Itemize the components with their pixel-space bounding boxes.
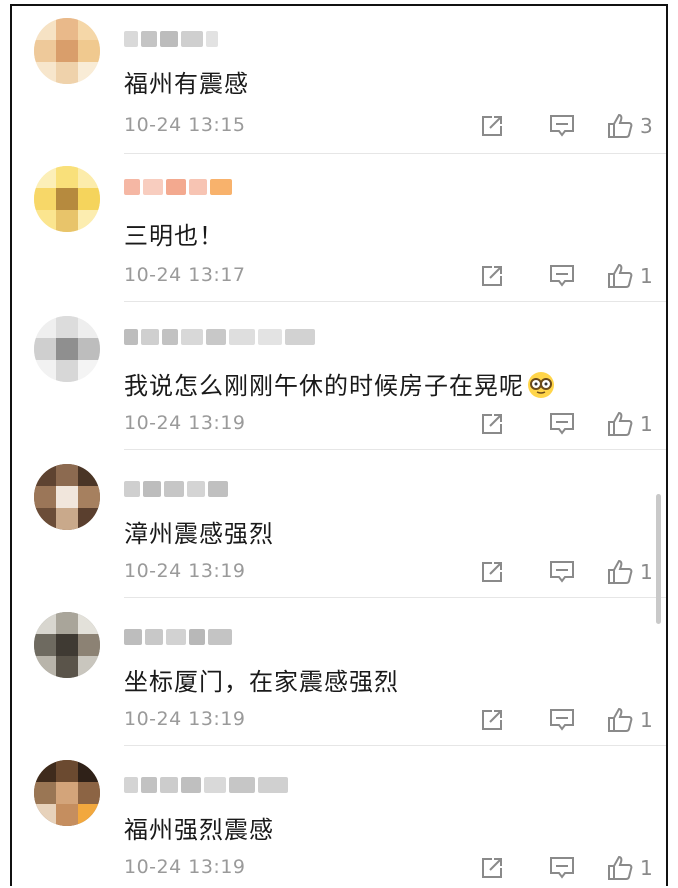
comment-text: 福州强烈震感 — [124, 816, 274, 844]
like-count: 1 — [640, 264, 653, 288]
comment-text: 福州有震感 — [124, 70, 249, 98]
avatar[interactable] — [34, 316, 100, 382]
thumbs-up-icon[interactable] — [606, 706, 634, 734]
comment-actions: 3 — [478, 112, 666, 142]
thumbs-up-icon[interactable] — [606, 262, 634, 290]
comment-text: 三明也！ — [124, 222, 224, 250]
like-count: 1 — [640, 856, 653, 880]
comment-actions: 1 — [478, 558, 666, 588]
comment-time: 10-24 13:19 — [124, 560, 246, 582]
username-blurred[interactable] — [124, 478, 228, 500]
username-blurred[interactable] — [124, 774, 288, 796]
comment-icon[interactable] — [548, 262, 576, 290]
comment-text: 我说怎么刚刚午休的时候房子在晃呢 — [124, 366, 556, 401]
share-icon[interactable] — [478, 854, 506, 882]
comment-icon[interactable] — [548, 410, 576, 438]
comment-icon[interactable] — [548, 558, 576, 586]
avatar[interactable] — [34, 760, 100, 826]
scrollbar[interactable] — [656, 494, 661, 624]
comment-item: 三明也！ 10-24 13:17 1 — [12, 154, 666, 302]
comment-actions: 1 — [478, 262, 666, 292]
comment-icon[interactable] — [548, 706, 576, 734]
comment-item: 福州有震感 10-24 13:15 3 — [12, 6, 666, 154]
comment-time: 10-24 13:19 — [124, 412, 246, 434]
thumbs-up-icon[interactable] — [606, 558, 634, 586]
comment-icon[interactable] — [548, 112, 576, 140]
share-icon[interactable] — [478, 112, 506, 140]
like-count: 1 — [640, 412, 653, 436]
comment-item: 漳州震感强烈 10-24 13:19 1 — [12, 450, 666, 598]
comment-list: 福州有震感 10-24 13:15 3 三明也！ 10-24 13:17 1 我… — [10, 4, 668, 886]
thumbs-up-icon[interactable] — [606, 854, 634, 882]
username-blurred[interactable] — [124, 326, 315, 348]
share-icon[interactable] — [478, 706, 506, 734]
comment-text: 漳州震感强烈 — [124, 520, 274, 548]
share-icon[interactable] — [478, 558, 506, 586]
comment-time: 10-24 13:17 — [124, 264, 246, 286]
username-blurred[interactable] — [124, 28, 218, 50]
comment-text: 坐标厦门，在家震感强烈 — [124, 668, 399, 696]
comment-actions: 1 — [478, 410, 666, 440]
username-blurred[interactable] — [124, 626, 232, 648]
like-count: 1 — [640, 708, 653, 732]
avatar[interactable] — [34, 464, 100, 530]
comment-actions: 1 — [478, 706, 666, 736]
avatar[interactable] — [34, 18, 100, 84]
comment-time: 10-24 13:19 — [124, 708, 246, 730]
comment-time: 10-24 13:15 — [124, 114, 246, 136]
comment-item: 我说怎么刚刚午休的时候房子在晃呢 10-24 13:19 1 — [12, 302, 666, 450]
like-count: 1 — [640, 560, 653, 584]
glasses-emoji-icon — [528, 372, 554, 398]
comment-icon[interactable] — [548, 854, 576, 882]
comment-item: 福州强烈震感 10-24 13:19 1 — [12, 746, 666, 886]
comment-text-content: 我说怎么刚刚午休的时候房子在晃呢 — [124, 372, 524, 400]
like-count: 3 — [640, 114, 653, 138]
avatar[interactable] — [34, 166, 100, 232]
username-blurred[interactable] — [124, 176, 232, 198]
share-icon[interactable] — [478, 410, 506, 438]
comment-actions: 1 — [478, 854, 666, 884]
comment-time: 10-24 13:19 — [124, 856, 246, 878]
thumbs-up-icon[interactable] — [606, 112, 634, 140]
thumbs-up-icon[interactable] — [606, 410, 634, 438]
comment-item: 坐标厦门，在家震感强烈 10-24 13:19 1 — [12, 598, 666, 746]
share-icon[interactable] — [478, 262, 506, 290]
avatar[interactable] — [34, 612, 100, 678]
